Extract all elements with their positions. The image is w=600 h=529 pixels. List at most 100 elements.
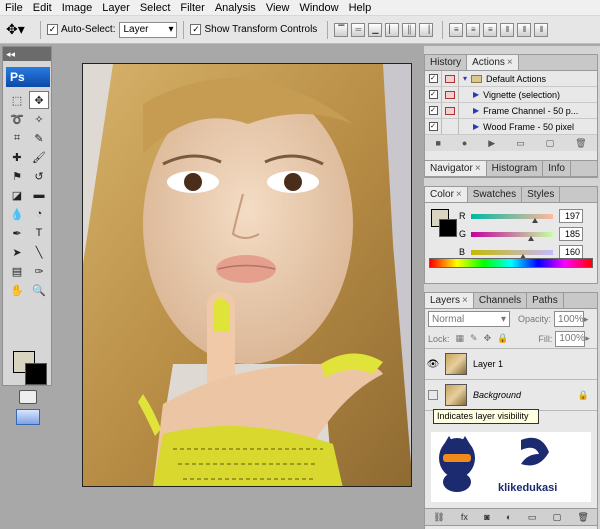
menu-image[interactable]: Image — [57, 2, 98, 14]
zoom-tool-icon[interactable]: 🔍 — [29, 281, 49, 299]
blue-value-field[interactable]: 160 — [559, 245, 583, 259]
slider-red[interactable]: R 197 — [425, 209, 597, 227]
brush-tool-icon[interactable]: 🖌 — [29, 148, 49, 166]
align-top-icon[interactable]: ▔ — [334, 22, 349, 37]
align-left-icon[interactable]: ▏ — [385, 22, 400, 37]
dialog-toggle-icon[interactable] — [445, 74, 455, 83]
hand-tool-icon[interactable]: ✋ — [7, 281, 27, 299]
menu-view[interactable]: View — [261, 2, 295, 14]
magic-wand-tool-icon[interactable]: ✧ — [29, 110, 49, 128]
add-mask-icon[interactable]: ◙ — [484, 512, 489, 522]
new-layer-icon[interactable]: ▢ — [553, 512, 562, 523]
document-canvas[interactable] — [82, 63, 412, 487]
check-icon[interactable]: ✓ — [428, 74, 438, 83]
layer-row-layer-1[interactable]: 👁 Layer 1 — [425, 349, 597, 380]
tab-swatches[interactable]: Swatches — [468, 187, 523, 202]
list-item[interactable]: ✓ ▶ Frame Channel - 50 p... — [425, 103, 597, 119]
notes-tool-icon[interactable]: ▤ — [7, 262, 27, 280]
check-icon[interactable]: ✓ — [428, 90, 438, 99]
distribute-hcenter-icon[interactable]: ⦀ — [517, 22, 532, 37]
move-tool-icon[interactable]: ✥ — [29, 91, 49, 109]
list-item[interactable]: ✓ ▾ Default Actions — [425, 71, 597, 87]
menu-edit[interactable]: Edit — [28, 2, 57, 14]
marquee-tool-icon[interactable]: ⬚ — [7, 91, 27, 109]
background-color-swatch[interactable] — [25, 363, 47, 385]
menu-window[interactable]: Window — [294, 2, 343, 14]
red-value-field[interactable]: 197 — [559, 209, 583, 223]
gradient-tool-icon[interactable]: ▬ — [29, 186, 49, 204]
pen-tool-icon[interactable]: ✒ — [7, 224, 27, 242]
link-layers-icon[interactable]: ⛓ — [433, 512, 444, 523]
dialog-toggle-icon[interactable] — [445, 90, 455, 99]
menu-layer[interactable]: Layer — [97, 2, 135, 14]
visibility-toggle[interactable] — [425, 390, 441, 400]
tab-channels[interactable]: Channels — [474, 293, 528, 308]
slider-green[interactable]: G 185 — [425, 227, 597, 245]
new-set-icon[interactable]: ▭ — [516, 138, 525, 149]
lasso-tool-icon[interactable]: ➰ — [7, 110, 27, 128]
check-icon[interactable]: ✓ — [428, 106, 438, 115]
new-action-icon[interactable]: ▢ — [546, 138, 555, 149]
tab-actions[interactable]: Actions × — [467, 55, 519, 70]
screen-mode-icon[interactable] — [16, 409, 40, 425]
slider-thumb[interactable] — [532, 218, 538, 223]
play-icon[interactable]: ▶ — [488, 138, 495, 149]
triangle-down-icon[interactable]: ▾ — [463, 74, 467, 83]
distribute-top-icon[interactable]: ≡ — [449, 22, 464, 37]
menu-file[interactable]: File — [0, 2, 28, 14]
tab-info[interactable]: Info — [543, 161, 571, 176]
green-value-field[interactable]: 185 — [559, 227, 583, 241]
slice-tool-icon[interactable]: ✎ — [29, 129, 49, 147]
blue-gradient-bar[interactable] — [471, 250, 553, 255]
toolbox-collapse-button[interactable]: ◂◂ — [3, 47, 51, 61]
trash-icon[interactable]: 🗑 — [575, 138, 586, 149]
fx-icon[interactable]: fx — [461, 512, 468, 522]
tab-histogram[interactable]: Histogram — [487, 161, 544, 176]
history-brush-tool-icon[interactable]: ↺ — [29, 167, 49, 185]
auto-select-checkbox[interactable]: ✓ — [47, 24, 58, 35]
lock-transparent-icon[interactable]: ▦ — [456, 333, 465, 344]
tab-color[interactable]: Color × — [425, 187, 468, 202]
auto-select-dropdown[interactable]: Layer ▾ — [119, 21, 178, 38]
menu-analysis[interactable]: Analysis — [210, 2, 261, 14]
align-vcenter-icon[interactable]: ═ — [351, 22, 366, 37]
chevron-right-icon[interactable]: ▸ — [585, 333, 590, 344]
slider-thumb[interactable] — [528, 236, 534, 241]
path-selection-tool-icon[interactable]: ➤ — [7, 243, 27, 261]
record-icon[interactable]: ● — [462, 138, 467, 148]
green-gradient-bar[interactable] — [471, 232, 553, 237]
triangle-right-icon[interactable]: ▶ — [473, 122, 479, 131]
blur-tool-icon[interactable]: 💧 — [7, 205, 27, 223]
line-tool-icon[interactable]: ╲ — [29, 243, 49, 261]
tab-paths[interactable]: Paths — [527, 293, 564, 308]
color-spectrum-bar[interactable] — [429, 258, 593, 268]
menu-help[interactable]: Help — [344, 2, 377, 14]
distribute-left-icon[interactable]: ⦀ — [500, 22, 515, 37]
tab-navigator[interactable]: Navigator × — [425, 161, 487, 176]
stop-icon[interactable]: ■ — [435, 138, 440, 148]
align-right-icon[interactable]: ▕ — [419, 22, 434, 37]
blend-mode-dropdown[interactable]: Normal ▾ — [428, 311, 510, 327]
triangle-right-icon[interactable]: ▶ — [473, 90, 479, 99]
eye-icon[interactable]: 👁 — [425, 359, 441, 370]
chevron-right-icon[interactable]: ▸ — [584, 314, 589, 325]
clone-stamp-tool-icon[interactable]: ⚑ — [7, 167, 27, 185]
trash-icon[interactable]: 🗑 — [577, 512, 588, 523]
type-tool-icon[interactable]: T — [29, 224, 49, 242]
eraser-tool-icon[interactable]: ◪ — [7, 186, 27, 204]
distribute-right-icon[interactable]: ⦀ — [534, 22, 549, 37]
adjustment-layer-icon[interactable]: ◐ — [506, 512, 511, 522]
dialog-toggle-icon[interactable] — [445, 106, 455, 115]
fill-field[interactable]: 100% — [555, 330, 586, 347]
healing-brush-tool-icon[interactable]: ✚ — [7, 148, 27, 166]
move-tool-preset-icon[interactable]: ✥▾ — [6, 20, 34, 40]
show-transform-checkbox[interactable]: ✓ — [190, 24, 202, 35]
lock-position-icon[interactable]: ✥ — [484, 333, 492, 344]
list-item[interactable]: ✓ ▶ Wood Frame - 50 pixel — [425, 119, 597, 135]
opacity-field[interactable]: 100% — [554, 311, 585, 327]
check-icon[interactable]: ✓ — [428, 122, 438, 131]
tab-history[interactable]: History — [425, 55, 468, 70]
menu-select[interactable]: Select — [135, 2, 176, 14]
menu-filter[interactable]: Filter — [175, 2, 209, 14]
list-item[interactable]: ✓ ▶ Vignette (selection) — [425, 87, 597, 103]
